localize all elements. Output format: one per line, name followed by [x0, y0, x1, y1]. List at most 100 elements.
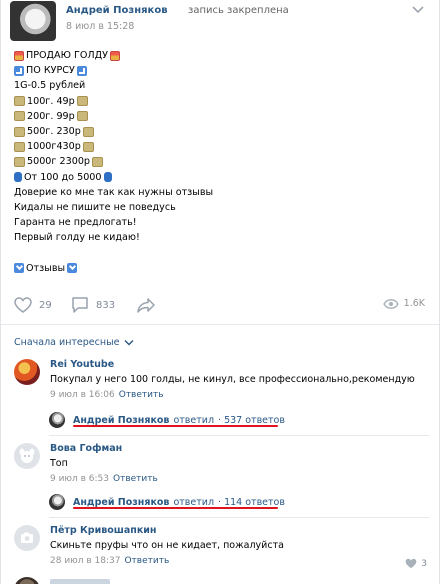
- share-button[interactable]: [136, 297, 156, 313]
- comment-like-count: 3: [421, 558, 427, 569]
- post-line-text: 500г. 230р: [27, 125, 81, 137]
- reply-button[interactable]: Ответить: [113, 474, 158, 484]
- divider: [49, 435, 429, 436]
- heart-icon: [405, 558, 417, 569]
- post-line: Кидалы не пишите не поведусь: [14, 200, 424, 215]
- post-card: Андрей Позняков запись закреплена 8 июл …: [0, 0, 440, 584]
- heart-icon: [14, 297, 32, 313]
- chevron-down-icon: [124, 340, 134, 346]
- money-emoji-icon: [76, 111, 88, 122]
- reply-author-avatar: [49, 494, 65, 510]
- reply-author-name[interactable]: Андрей Позняков: [73, 497, 169, 508]
- post-line: 500г. 230р: [14, 124, 424, 139]
- post-line: Доверие ко мне так как нужны отзывы: [14, 185, 424, 200]
- money-emoji-icon: [82, 126, 94, 137]
- money-emoji-icon: [14, 126, 25, 137]
- pinned-label: запись закреплена: [188, 5, 289, 16]
- commenter-avatar[interactable]: [14, 577, 40, 584]
- comment-button[interactable]: 833: [71, 297, 115, 313]
- like-count: 29: [39, 299, 52, 311]
- author-avatar[interactable]: [10, 1, 56, 41]
- post-line: Первый голду не кидаю!: [14, 230, 424, 245]
- reply-author-name[interactable]: Андрей Позняков: [73, 415, 169, 426]
- money-emoji-icon: [76, 96, 88, 107]
- reply-verb: ответил: [173, 414, 215, 426]
- comment-text: Скиньте пруфы что он не кидает, пожалуйс…: [50, 540, 284, 551]
- down-emoji-icon: [67, 263, 78, 274]
- comment-meta: 9 июл в 16:06 Ответить: [50, 390, 164, 400]
- blue-emoji-icon: [14, 172, 22, 183]
- post-line: ПРОДАЮ ГОЛДУ: [14, 48, 424, 63]
- post-line-text: 200г. 99р: [27, 110, 75, 122]
- share-icon: [137, 298, 155, 313]
- arrow-dr-emoji-icon: [14, 65, 24, 76]
- post-line-text: Кидалы не пишите не поведусь: [14, 201, 176, 213]
- reply-verb: ответил: [173, 496, 215, 508]
- post-line: ПО КУРСУ: [14, 63, 424, 78]
- post-author-name[interactable]: Андрей Позняков: [66, 5, 168, 16]
- divider: [49, 517, 429, 518]
- money-emoji-icon: [14, 111, 25, 122]
- post-header: Андрей Позняков запись закреплена 8 июл …: [10, 0, 430, 44]
- post-line: Отзывы: [14, 261, 424, 276]
- post-line-text: Гаранта не предлогать!: [14, 217, 137, 229]
- post-line: [14, 245, 424, 260]
- reply-button[interactable]: Ответить: [124, 556, 169, 566]
- post-line-text: Первый голду не кидаю!: [14, 232, 140, 244]
- comment-date[interactable]: 28 июл в 18:37: [50, 556, 120, 566]
- comment-text: Покупал у него 100 голды, не кинул, все …: [50, 374, 415, 385]
- reply-count[interactable]: · 114 ответов: [218, 497, 285, 508]
- post-line-text: От 100 до 5000: [24, 171, 102, 183]
- red-underline-mark: [73, 507, 278, 509]
- comment-icon: [72, 297, 88, 313]
- views-counter: 1.6K: [382, 298, 425, 309]
- reply-count[interactable]: · 537 ответов: [218, 415, 285, 426]
- comment-date[interactable]: 9 июл в 16:06: [50, 390, 115, 400]
- money-emoji-icon: [82, 141, 94, 152]
- post-line: 1G-0.5 рублей: [14, 78, 424, 93]
- chevron-down-icon[interactable]: [412, 6, 424, 14]
- money-emoji-icon: [14, 156, 25, 167]
- gift-emoji-icon: [14, 50, 24, 61]
- commenter-name[interactable]: Вова Гофман: [50, 443, 122, 454]
- commenter-name[interactable]: Пётр Кривошапкин: [50, 525, 157, 536]
- comment-meta: 28 июл в 18:37 Ответить: [50, 556, 169, 566]
- post-line-text: 1000г430р: [27, 141, 81, 153]
- post-text: ПРОДАЮ ГОЛДУ ПО КУРСУ 1G-0.5 рублей 100г. 4…: [14, 48, 424, 276]
- post-line-text: ПО КУРСУ: [26, 65, 75, 77]
- comment-like-button[interactable]: 3: [405, 558, 427, 569]
- post-line-text: 5000г 2300р: [27, 156, 91, 168]
- camera-icon: [21, 532, 33, 543]
- down-emoji-icon: [14, 263, 24, 274]
- commenter-avatar[interactable]: [14, 359, 40, 385]
- comment-item: Пётр Кривошапкин Скиньте пруфы что он не…: [14, 525, 429, 573]
- post-line-text: 100г. 49р: [27, 95, 75, 107]
- post-line-text: Отзывы: [26, 262, 66, 274]
- reply-button[interactable]: Ответить: [119, 390, 164, 400]
- sort-dropdown[interactable]: Сначала интересные: [14, 337, 134, 348]
- post-actions: 29 833 1.6K: [1, 285, 439, 325]
- red-underline-mark: [73, 425, 278, 427]
- like-button[interactable]: 29: [14, 297, 52, 313]
- comment-count: 833: [96, 299, 116, 311]
- post-date[interactable]: 8 июл в 15:28: [66, 21, 134, 32]
- money-emoji-icon: [14, 141, 25, 152]
- dog-avatar-icon: [19, 448, 35, 463]
- views-count: 1.6K: [403, 298, 425, 309]
- commenter-avatar[interactable]: [14, 443, 40, 469]
- post-line: 200г. 99р: [14, 109, 424, 124]
- post-line: 1000г430р: [14, 139, 424, 154]
- post-line: 5000г 2300р: [14, 154, 424, 169]
- post-line: От 100 до 5000: [14, 170, 424, 185]
- gift-emoji-icon: [109, 50, 120, 61]
- eye-icon: [382, 298, 399, 309]
- blue-emoji-icon: [103, 172, 112, 183]
- money-emoji-icon: [92, 156, 104, 167]
- commenter-avatar[interactable]: [14, 525, 40, 551]
- post-line-text: Доверие ко мне так как нужны отзывы: [14, 186, 214, 198]
- reply-author-avatar: [49, 412, 65, 428]
- money-emoji-icon: [14, 96, 25, 107]
- comment-date[interactable]: 9 июл в 6:53: [50, 474, 109, 484]
- commenter-name[interactable]: Rei Youtube: [50, 359, 114, 370]
- arrow-dr-emoji-icon: [76, 65, 87, 76]
